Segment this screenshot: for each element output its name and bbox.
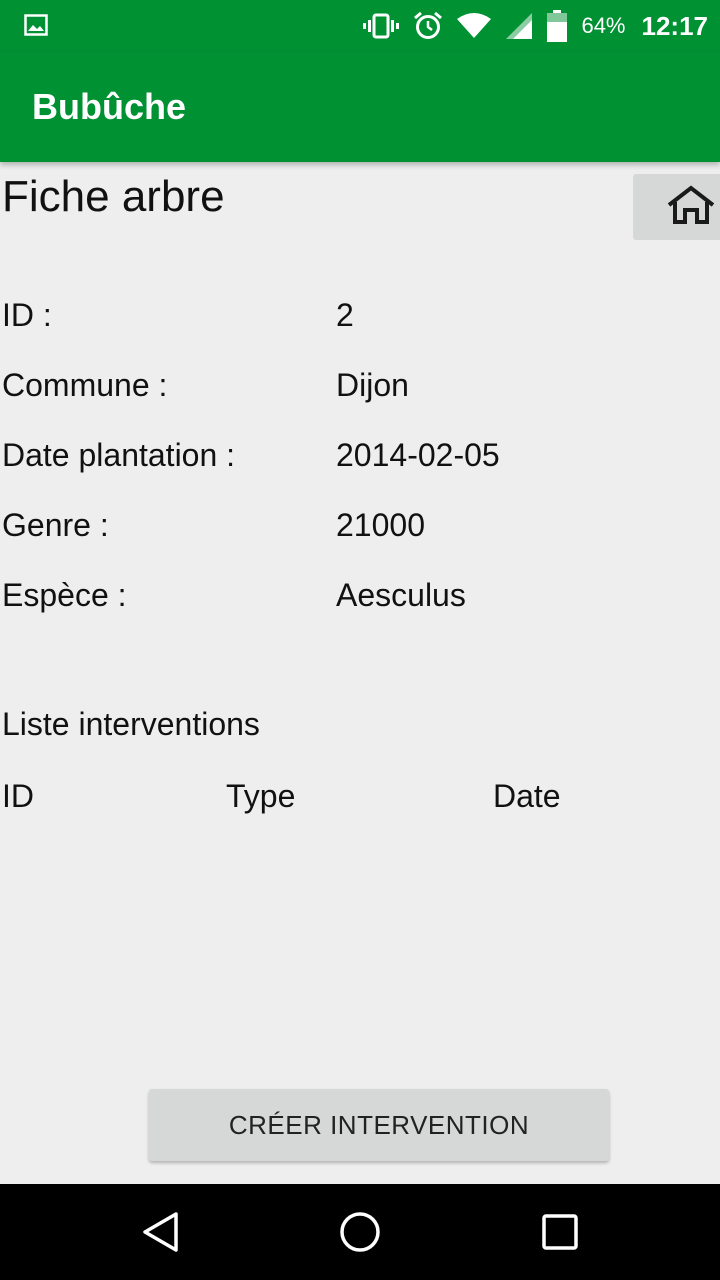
wifi-icon — [457, 13, 492, 39]
battery-icon — [547, 10, 568, 42]
home-circle-icon — [340, 1212, 380, 1252]
field-espece-label: Espèce : — [2, 577, 127, 613]
column-header-id: ID — [2, 778, 34, 814]
clock: 12:17 — [641, 10, 709, 41]
home-nav-button[interactable] — [336, 1208, 384, 1256]
home-icon — [665, 184, 717, 230]
page-title: Fiche arbre — [2, 172, 225, 221]
back-icon — [143, 1212, 178, 1252]
recents-icon — [542, 1214, 578, 1250]
home-button[interactable] — [633, 174, 720, 240]
create-intervention-button[interactable]: CRÉER INTERVENTION — [149, 1089, 609, 1161]
status-bar: 64% 12:17 — [0, 0, 720, 52]
app-bar: Bubûche — [0, 52, 720, 162]
field-genre-value: 21000 — [336, 507, 425, 543]
field-commune-label: Commune : — [2, 367, 168, 403]
app-title: Bubûche — [32, 86, 187, 127]
column-header-date: Date — [493, 778, 561, 814]
signal-icon — [505, 12, 533, 40]
field-id-label: ID : — [2, 297, 52, 333]
back-button[interactable] — [136, 1208, 184, 1256]
content: Fiche arbre ID : 2 Commune : Dijon Date … — [0, 162, 720, 1184]
column-header-type: Type — [226, 778, 296, 814]
alarm-icon — [413, 11, 443, 41]
field-genre-label: Genre : — [2, 507, 109, 543]
battery-percent: 64% — [581, 13, 626, 38]
interventions-title: Liste interventions — [2, 706, 260, 742]
field-commune-value: Dijon — [336, 367, 409, 403]
field-id-value: 2 — [336, 297, 354, 333]
recents-button[interactable] — [536, 1208, 584, 1256]
status-icons: 64% 12:17 — [363, 0, 708, 52]
navigation-bar — [0, 1184, 720, 1280]
field-espece-value: Aesculus — [336, 577, 466, 613]
image-icon — [24, 14, 48, 36]
vibrate-icon — [363, 13, 400, 39]
field-date-plantation-value: 2014-02-05 — [336, 437, 500, 473]
field-date-plantation-label: Date plantation : — [2, 437, 236, 473]
